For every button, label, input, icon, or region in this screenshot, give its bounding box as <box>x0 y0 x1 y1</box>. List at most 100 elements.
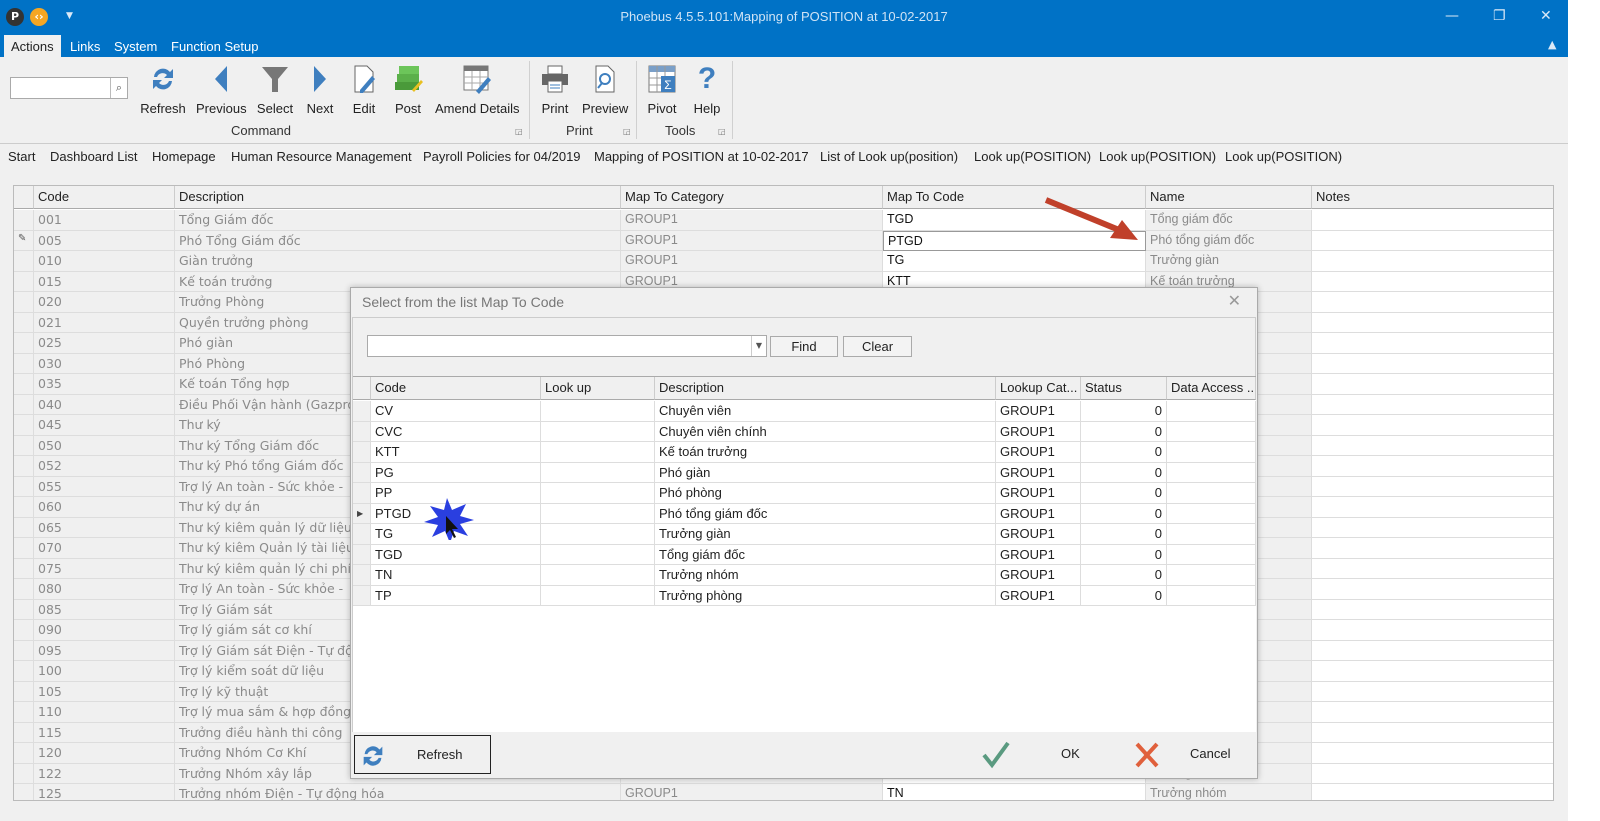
cell-status[interactable]: 0 <box>1081 585 1167 606</box>
cell-status[interactable]: 0 <box>1081 544 1167 565</box>
cell-notes[interactable] <box>1312 538 1553 559</box>
tab-item[interactable]: Look up(POSITION) <box>1225 149 1342 164</box>
cell-lookup[interactable] <box>541 462 655 483</box>
ok-button[interactable]: OK <box>981 735 1101 774</box>
amend-details-button[interactable]: Amend Details <box>435 63 520 116</box>
cell-notes[interactable] <box>1312 681 1553 702</box>
cell-status[interactable]: 0 <box>1081 565 1167 586</box>
select-button[interactable]: Select <box>256 63 294 116</box>
cell-notes[interactable] <box>1312 661 1553 682</box>
column-header[interactable]: Notes <box>1312 186 1553 209</box>
tab-item[interactable]: Homepage <box>152 149 216 164</box>
cell-data-access[interactable] <box>1167 401 1256 422</box>
cell-cat[interactable]: GROUP1 <box>996 585 1081 606</box>
chevron-down-icon[interactable]: ▼ <box>751 336 766 356</box>
cell-lookup[interactable] <box>541 421 655 442</box>
refresh-button[interactable]: Refresh <box>140 63 186 116</box>
column-header[interactable]: Look up <box>541 377 655 400</box>
tab-item[interactable]: Payroll Policies for 04/2019 <box>423 149 581 164</box>
tab-item[interactable]: List of Look up(position) <box>820 149 958 164</box>
close-button[interactable]: ✕ <box>1540 8 1552 24</box>
cell-status[interactable]: 0 <box>1081 462 1167 483</box>
cell-code[interactable]: TN <box>371 565 541 586</box>
cell-notes[interactable] <box>1312 517 1553 538</box>
cell-lookup[interactable] <box>541 585 655 606</box>
cell-notes[interactable] <box>1312 292 1553 313</box>
cell-status[interactable]: 0 <box>1081 483 1167 504</box>
table-row[interactable]: ✎ 005 Phó Tổng Giám đốc GROUP1 PTGD Phó tổng … <box>14 230 1553 251</box>
cell-desc[interactable]: Trưởng nhóm <box>655 565 996 586</box>
previous-button[interactable]: Previous <box>196 63 247 116</box>
cell-notes[interactable] <box>1312 415 1553 436</box>
cell-notes[interactable] <box>1312 476 1553 497</box>
tab-item[interactable]: Start <box>8 149 35 164</box>
cell-desc[interactable]: Tổng giám đốc <box>655 544 996 565</box>
cell-desc[interactable]: Trưởng phòng <box>655 585 996 606</box>
refresh-button[interactable]: Refresh <box>354 735 491 774</box>
cell-desc[interactable]: Phó giàn <box>655 462 996 483</box>
cell-data-access[interactable] <box>1167 442 1256 463</box>
print-button[interactable]: Print <box>539 63 571 116</box>
cell-notes[interactable] <box>1312 312 1553 333</box>
cell-notes[interactable] <box>1312 743 1553 764</box>
cell-status[interactable]: 0 <box>1081 503 1167 524</box>
search-icon[interactable]: ⌕ <box>110 78 127 98</box>
cell-notes[interactable] <box>1312 763 1553 784</box>
ribbon-collapse-icon[interactable]: ▲ <box>1548 38 1556 51</box>
tab-item[interactable]: Look up(POSITION) <box>974 149 1091 164</box>
cell-desc[interactable]: Phó tổng giám đốc <box>655 503 996 524</box>
cancel-button[interactable]: Cancel <box>1134 735 1254 774</box>
dialog-launcher-icon[interactable]: ◲ <box>718 127 726 136</box>
tab-item[interactable]: Mapping of POSITION at 10-02-2017 <box>594 149 809 166</box>
table-row[interactable]: 010 Giàn trưởng GROUP1 TG Trưởng giàn <box>14 251 1553 272</box>
tab-item[interactable]: Look up(POSITION) <box>1099 149 1216 164</box>
cell-notes[interactable] <box>1312 702 1553 723</box>
cell-lookup[interactable] <box>541 503 655 524</box>
cell-desc[interactable]: Trưởng giàn <box>655 524 996 545</box>
cell-notes[interactable] <box>1312 640 1553 661</box>
post-button[interactable]: Post <box>392 63 424 116</box>
cell-notes[interactable] <box>1312 210 1553 231</box>
cell-desc[interactable]: Phó phòng <box>655 483 996 504</box>
cell-notes[interactable] <box>1312 599 1553 620</box>
table-row[interactable]: 001 Tổng Giám đốc GROUP1 TGD Tổng giám đốc <box>14 210 1553 231</box>
cell-notes[interactable] <box>1312 374 1553 395</box>
menu-function-setup[interactable]: Function Setup <box>164 37 265 56</box>
column-header[interactable]: Name <box>1146 186 1312 209</box>
column-header[interactable]: Code <box>371 377 541 400</box>
dialog-search-combo[interactable]: ▼ <box>367 335 767 357</box>
cell-data-access[interactable] <box>1167 421 1256 442</box>
cell-code[interactable]: PG <box>371 462 541 483</box>
restore-button[interactable]: ❐ <box>1493 8 1506 24</box>
cell-data-access[interactable] <box>1167 524 1256 545</box>
cell-lookup[interactable] <box>541 544 655 565</box>
clear-button[interactable]: Clear <box>843 336 912 357</box>
cell-notes[interactable] <box>1312 579 1553 600</box>
column-header[interactable]: Description <box>175 186 621 209</box>
menu-system[interactable]: System <box>107 37 164 56</box>
tab-item[interactable]: Human Resource Management <box>231 149 412 164</box>
menu-actions[interactable]: Actions <box>4 35 61 57</box>
cell-cat[interactable]: GROUP1 <box>996 524 1081 545</box>
ribbon-search-input[interactable]: ⌕ <box>10 77 128 99</box>
cell-data-access[interactable] <box>1167 544 1256 565</box>
help-button[interactable]: ? Help <box>692 62 722 116</box>
cell-code[interactable]: TGD <box>371 544 541 565</box>
pivot-button[interactable]: Σ Pivot <box>646 63 678 116</box>
cell-notes[interactable] <box>1312 620 1553 641</box>
cell-notes[interactable] <box>1312 230 1553 251</box>
cell-code[interactable]: TP <box>371 585 541 606</box>
cell-cat[interactable]: GROUP1 <box>996 442 1081 463</box>
cell-cat[interactable]: GROUP1 <box>996 565 1081 586</box>
dialog-launcher-icon[interactable]: ◲ <box>515 127 523 136</box>
dialog-launcher-icon[interactable]: ◲ <box>623 127 631 136</box>
cell-cat[interactable]: GROUP1 <box>996 544 1081 565</box>
cell-data-access[interactable] <box>1167 462 1256 483</box>
cell-notes[interactable] <box>1312 558 1553 579</box>
cell-code[interactable]: CV <box>371 401 541 422</box>
column-header[interactable]: Code <box>34 186 175 209</box>
cell-lookup[interactable] <box>541 401 655 422</box>
cell-desc[interactable]: Chuyên viên <box>655 401 996 422</box>
find-button[interactable]: Find <box>770 336 838 357</box>
cell-status[interactable]: 0 <box>1081 442 1167 463</box>
